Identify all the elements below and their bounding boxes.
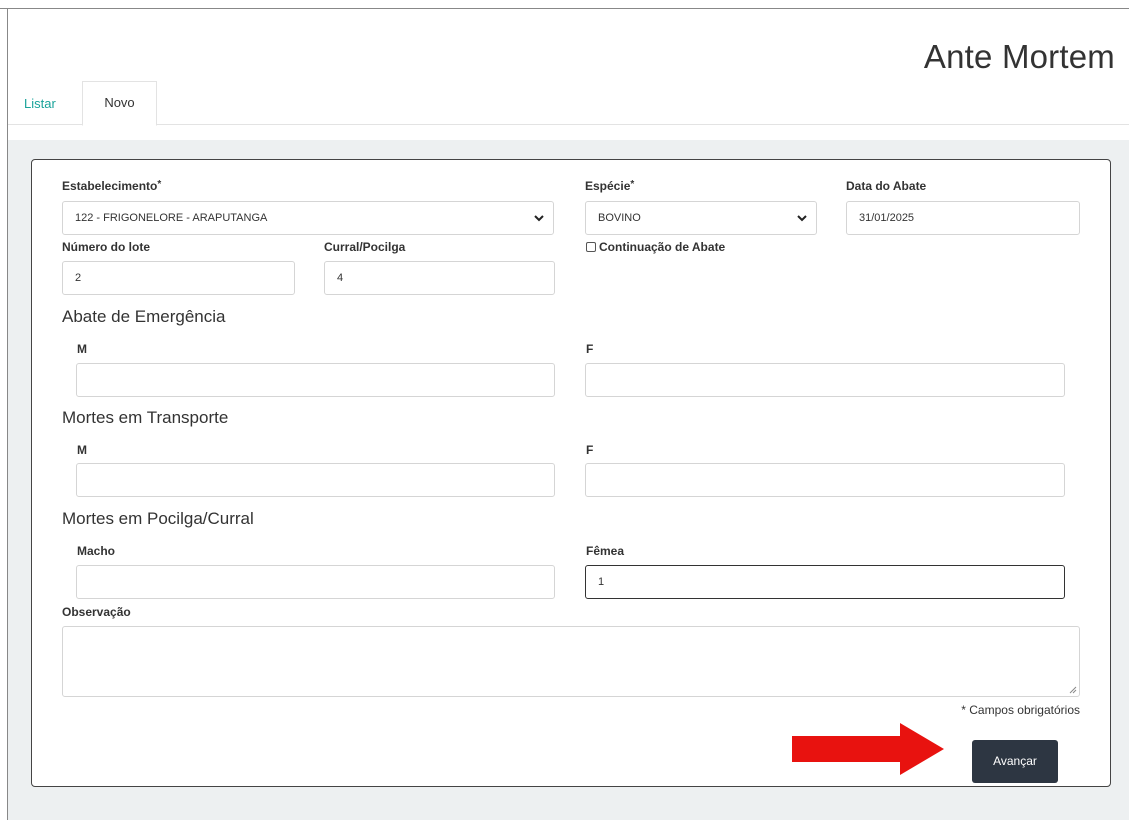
abate-emergencia-title: Abate de Emergência — [62, 307, 226, 326]
abate-emergencia-f-input[interactable] — [585, 363, 1065, 397]
mortes-transporte-m-input[interactable] — [76, 463, 555, 497]
curral-pocilga-label: Curral/Pocilga — [324, 240, 406, 254]
abate-emergencia-f-label: F — [586, 342, 594, 356]
especie-value: BOVINO — [598, 212, 641, 224]
frame-border-top — [0, 8, 1129, 9]
mortes-pocilga-macho-label: Macho — [77, 544, 116, 558]
chevron-down-icon — [534, 215, 544, 222]
continuacao-abate-label: Continuação de Abate — [599, 240, 726, 254]
chevron-down-icon — [797, 215, 807, 222]
mortes-pocilga-title: Mortes em Pocilga/Curral — [62, 509, 254, 528]
abate-emergencia-m-input[interactable] — [76, 363, 555, 397]
especie-select[interactable]: BOVINO — [585, 201, 817, 235]
numero-lote-input[interactable]: 2 — [62, 261, 295, 295]
mortes-transporte-f-input[interactable] — [585, 463, 1065, 497]
mortes-transporte-f-label: F — [586, 443, 594, 457]
tab-bar: Listar Novo — [8, 81, 1129, 126]
annotation-arrow-icon — [792, 723, 944, 775]
tab-novo[interactable]: Novo — [82, 81, 157, 126]
data-abate-input[interactable]: 31/01/2025 — [846, 201, 1080, 235]
mortes-pocilga-femea-input[interactable]: 1 — [585, 565, 1065, 599]
tab-listar[interactable]: Listar — [24, 96, 56, 111]
estabelecimento-value: 122 - FRIGONELORE - ARAPUTANGA — [75, 212, 268, 224]
abate-emergencia-m-label: M — [77, 342, 87, 356]
especie-label: Espécie* — [585, 179, 635, 193]
mortes-transporte-m-label: M — [77, 443, 87, 457]
page-title: Ante Mortem — [923, 38, 1115, 75]
continuacao-abate-row[interactable]: Continuação de Abate — [586, 240, 725, 254]
required-fields-note: * Campos obrigatórios — [961, 703, 1080, 717]
avancar-button[interactable]: Avançar — [972, 740, 1058, 783]
curral-pocilga-input[interactable]: 4 — [324, 261, 555, 295]
estabelecimento-select[interactable]: 122 - FRIGONELORE - ARAPUTANGA — [62, 201, 554, 235]
estabelecimento-label: Estabelecimento* — [62, 179, 162, 193]
numero-lote-label: Número do lote — [62, 240, 151, 254]
mortes-pocilga-femea-label: Fêmea — [586, 544, 625, 558]
mortes-transporte-title: Mortes em Transporte — [62, 408, 229, 427]
data-abate-label: Data do Abate — [846, 179, 927, 193]
continuacao-abate-checkbox[interactable] — [586, 242, 596, 252]
observacao-textarea[interactable] — [62, 626, 1080, 697]
ante-mortem-form: Estabelecimento* 122 - FRIGONELORE - ARA… — [31, 159, 1111, 787]
resize-grip-icon[interactable] — [1069, 686, 1077, 694]
mortes-pocilga-macho-input[interactable] — [76, 565, 555, 599]
observacao-label: Observação — [62, 605, 131, 619]
